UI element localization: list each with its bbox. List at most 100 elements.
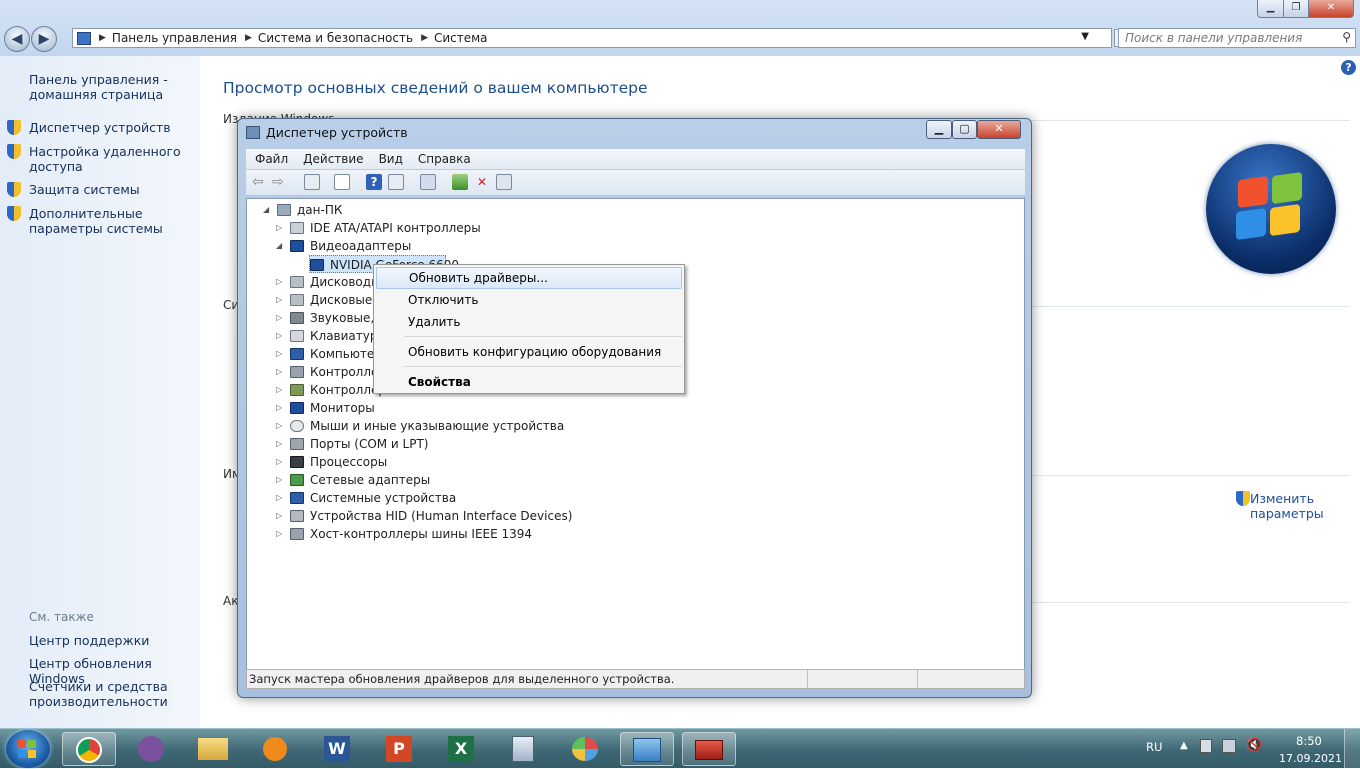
control-panel-icon[interactable] bbox=[620, 732, 674, 766]
excel-icon[interactable]: X bbox=[434, 732, 488, 766]
menu-item-properties[interactable]: Свойства bbox=[376, 371, 682, 393]
help-icon[interactable]: ? bbox=[1341, 60, 1356, 75]
chrome-icon[interactable] bbox=[62, 732, 116, 766]
remote-settings-link[interactable]: Настройка удаленного доступа bbox=[29, 144, 199, 174]
menu-file[interactable]: Файл bbox=[249, 152, 294, 166]
paint-icon[interactable] bbox=[558, 732, 612, 766]
status-text: Запуск мастера обновления драйверов для … bbox=[249, 672, 675, 686]
start-button[interactable] bbox=[6, 730, 50, 768]
see-also-title: См. также bbox=[29, 610, 94, 624]
word-icon[interactable]: W bbox=[310, 732, 364, 766]
shield-icon bbox=[7, 120, 21, 135]
address-bar[interactable]: ▶ Панель управления ▶ Система и безопасн… bbox=[72, 28, 1136, 48]
storage-controller-icon bbox=[290, 384, 304, 396]
menu-action[interactable]: Действие bbox=[297, 152, 369, 166]
hid-icon bbox=[290, 510, 304, 522]
menu-item-update-drivers[interactable]: Обновить драйверы... bbox=[376, 267, 682, 289]
device-manager-link[interactable]: Диспетчер устройств bbox=[29, 120, 199, 135]
system-devices-icon bbox=[290, 492, 304, 504]
menu-help[interactable]: Справка bbox=[412, 152, 477, 166]
explorer-icon[interactable] bbox=[186, 732, 240, 766]
performance-tools-link[interactable]: Счетчики и средства производительности bbox=[29, 679, 199, 709]
status-pane bbox=[807, 670, 808, 688]
speaker-icon bbox=[290, 312, 304, 324]
shield-icon bbox=[1236, 491, 1250, 506]
network-icon[interactable] bbox=[1222, 739, 1236, 753]
advanced-settings-link[interactable]: Дополнительные параметры системы bbox=[29, 206, 199, 236]
computer-icon bbox=[290, 348, 304, 360]
calculator-icon[interactable] bbox=[496, 732, 550, 766]
search-input[interactable]: Поиск в панели управления ⚲ bbox=[1118, 28, 1356, 48]
language-indicator[interactable]: RU bbox=[1146, 740, 1162, 754]
control-panel-home-link[interactable]: Панель управления - домашняя страница bbox=[29, 72, 199, 102]
processor-icon bbox=[290, 456, 304, 468]
taskbar: W P X RU ▲ 🔇 8:50 17.09.2021 bbox=[0, 728, 1360, 769]
clock-time[interactable]: 8:50 bbox=[1296, 734, 1322, 748]
network-adapter-icon bbox=[290, 474, 304, 486]
shield-icon bbox=[7, 182, 21, 197]
menu-separator bbox=[404, 366, 682, 367]
mouse-icon bbox=[290, 420, 304, 432]
device-manager-icon[interactable] bbox=[682, 732, 736, 766]
forward-arrow-icon[interactable]: ⇨ bbox=[272, 174, 288, 190]
control-panel-icon bbox=[77, 31, 91, 45]
breadcrumb-item[interactable]: Система bbox=[434, 31, 488, 45]
system-protection-link[interactable]: Защита системы bbox=[29, 182, 199, 197]
action-center-icon[interactable] bbox=[1200, 739, 1212, 753]
display-adapter-icon bbox=[310, 259, 324, 271]
window-title: Диспетчер устройств bbox=[266, 125, 408, 140]
chevron-down-icon[interactable]: ▼ bbox=[1081, 31, 1089, 42]
back-button[interactable]: ◀ bbox=[4, 26, 30, 52]
uninstall-icon[interactable]: ✕ bbox=[474, 174, 490, 190]
search-icon[interactable]: ⚲ bbox=[1342, 30, 1351, 44]
keyboard-icon bbox=[290, 330, 304, 342]
toolbar: ⇦ ⇨ ? ✕ bbox=[246, 170, 1025, 196]
viber-icon[interactable] bbox=[124, 732, 178, 766]
left-navigation: Панель управления - домашняя страница Ди… bbox=[0, 56, 200, 728]
change-settings-link[interactable]: Изменить параметры bbox=[1250, 491, 1330, 521]
windows-logo-icon bbox=[1206, 144, 1336, 274]
volume-muted-icon[interactable]: 🔇 bbox=[1246, 738, 1262, 753]
close-button[interactable]: ✕ bbox=[977, 120, 1021, 139]
explorer-header: ◀ ▶ ▶ Панель управления ▶ Система и безо… bbox=[0, 0, 1360, 56]
minimize-button[interactable]: ▁ bbox=[1257, 0, 1284, 18]
back-arrow-icon[interactable]: ⇦ bbox=[252, 174, 268, 190]
device-manager-icon bbox=[246, 126, 260, 139]
menu-item-disable[interactable]: Отключить bbox=[376, 289, 682, 311]
minimize-button[interactable]: ▁ bbox=[926, 120, 952, 139]
context-menu: Обновить драйверы... Отключить Удалить О… bbox=[373, 264, 685, 394]
display-adapter-icon bbox=[290, 240, 304, 252]
show-hidden-icons-icon[interactable]: ▲ bbox=[1180, 740, 1188, 751]
scan-hardware-icon[interactable] bbox=[420, 174, 436, 190]
show-desktop-button[interactable] bbox=[1344, 729, 1360, 769]
usb-controller-icon bbox=[290, 366, 304, 378]
help-icon[interactable]: ? bbox=[366, 174, 382, 190]
powerpoint-icon[interactable]: P bbox=[372, 732, 426, 766]
menu-item-scan-hardware[interactable]: Обновить конфигурацию оборудования bbox=[376, 341, 682, 363]
computer-icon bbox=[277, 204, 291, 216]
media-player-icon[interactable] bbox=[248, 732, 302, 766]
action-center-link[interactable]: Центр поддержки bbox=[29, 633, 199, 648]
menu-view[interactable]: Вид bbox=[373, 152, 409, 166]
breadcrumb-item[interactable]: Панель управления bbox=[112, 31, 237, 45]
disable-device-icon[interactable] bbox=[496, 174, 512, 190]
menu-bar: Файл Действие Вид Справка bbox=[246, 149, 1025, 169]
shield-icon bbox=[7, 206, 21, 221]
restore-button[interactable]: ❐ bbox=[1283, 0, 1309, 18]
properties-icon[interactable] bbox=[334, 174, 350, 190]
menu-item-uninstall[interactable]: Удалить bbox=[376, 311, 682, 333]
close-button[interactable]: ✕ bbox=[1308, 0, 1354, 18]
ieee1394-icon bbox=[290, 528, 304, 540]
status-pane bbox=[917, 670, 918, 688]
device-manager-window: Диспетчер устройств ▁ ▢ ✕ Файл Действие … bbox=[237, 118, 1032, 698]
breadcrumb-item[interactable]: Система и безопасность bbox=[258, 31, 413, 45]
update-driver-icon[interactable] bbox=[452, 174, 468, 190]
show-hide-tree-icon[interactable] bbox=[304, 174, 320, 190]
forward-button[interactable]: ▶ bbox=[31, 26, 57, 52]
maximize-button[interactable]: ▢ bbox=[952, 120, 977, 139]
view-icon[interactable] bbox=[388, 174, 404, 190]
clock-date[interactable]: 17.09.2021 bbox=[1279, 752, 1342, 765]
menu-separator bbox=[404, 336, 682, 337]
page-title: Просмотр основных сведений о вашем компь… bbox=[223, 79, 648, 97]
status-bar: Запуск мастера обновления драйверов для … bbox=[246, 669, 1025, 689]
